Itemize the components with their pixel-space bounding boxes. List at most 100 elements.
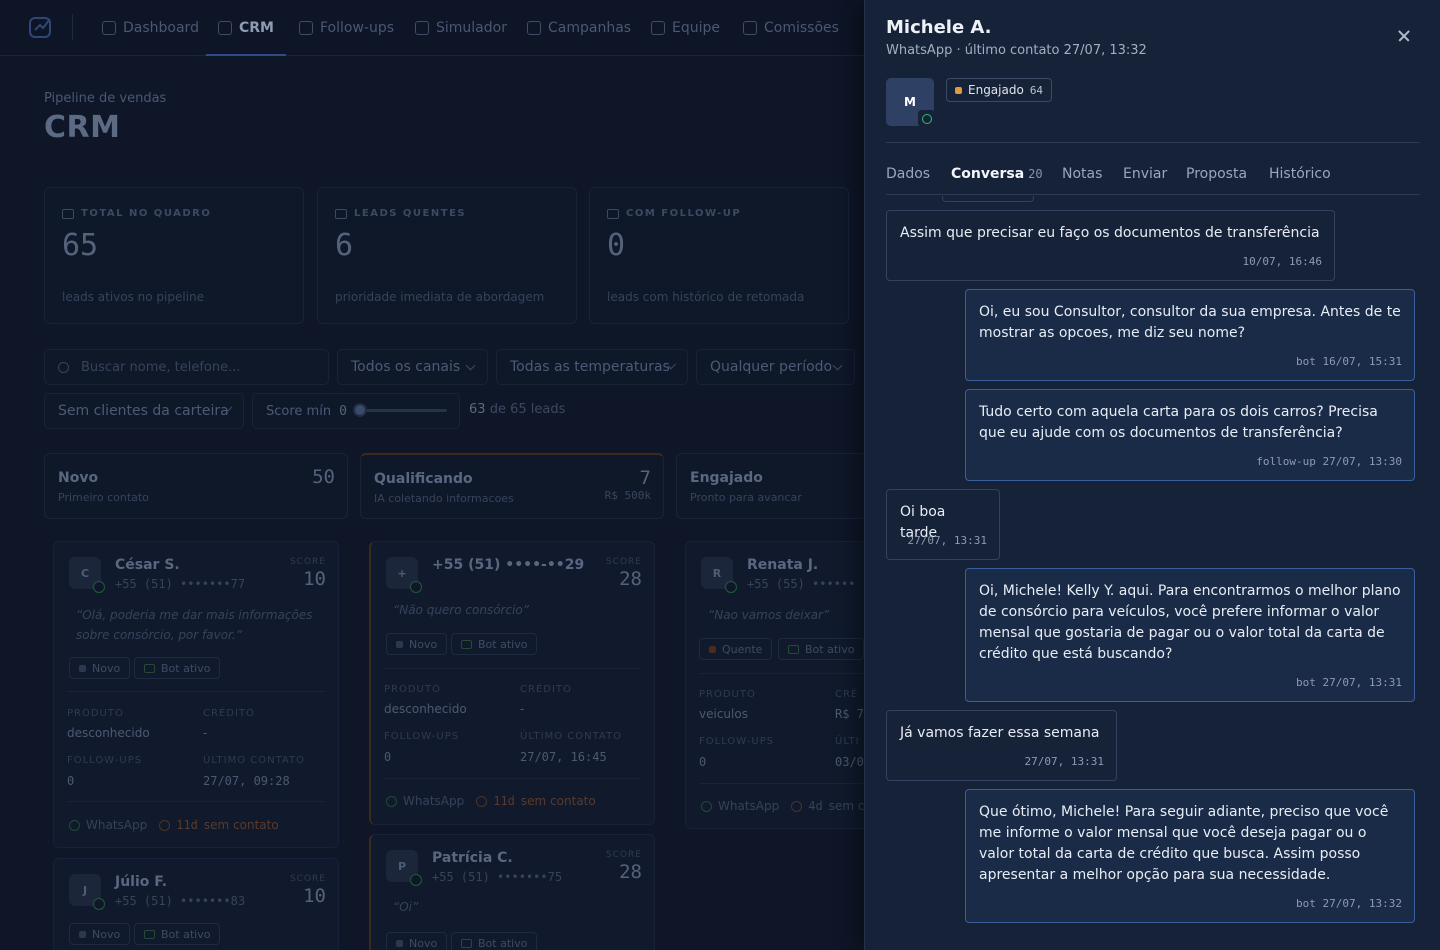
- lead-card[interactable]: C César S. +55 (51) •••••••77 SCORE 10 “…: [53, 541, 339, 848]
- field-value: 27/07, 09:28: [203, 774, 290, 788]
- message-outgoing: Tudo certo com aquela carta para os dois…: [965, 389, 1415, 481]
- channel-select[interactable]: Todos os canais: [337, 349, 488, 385]
- badge-score: 64: [1029, 83, 1044, 97]
- card-footer: WhatsApp 11d sem contato: [386, 794, 596, 808]
- nav-item-dashboard[interactable]: Dashboard: [102, 0, 199, 56]
- field-label: CRÉDITO: [203, 708, 255, 719]
- lead-phone: +55 (51) •••••••83: [115, 894, 246, 908]
- field-value: desconhecido: [384, 702, 467, 716]
- lead-name: Michele A.: [886, 17, 992, 38]
- avatar: J: [69, 874, 105, 910]
- contact-age: 11d: [493, 794, 515, 808]
- select-value: Qualquer período: [710, 359, 833, 375]
- tab-historico[interactable]: Histórico: [1269, 166, 1331, 182]
- no-contact-label: sem contato: [520, 794, 596, 808]
- logo-icon[interactable]: [28, 14, 54, 40]
- select-value: Sem clientes da carteira: [58, 403, 229, 419]
- avatar: R: [701, 557, 737, 593]
- score-slider-thumb[interactable]: [353, 403, 367, 417]
- megaphone-icon: [527, 21, 541, 35]
- bot-tag: Bot ativo: [134, 923, 221, 945]
- lead-count-shown: 63: [469, 402, 486, 417]
- column-title: Qualificando: [374, 471, 473, 487]
- nav-label: Simulador: [436, 20, 507, 36]
- card-footer: WhatsApp 4d sem c: [701, 799, 864, 813]
- drawer-tabs: Dados Conversa 20 Notas Enviar Proposta H…: [886, 160, 1420, 195]
- column-header-novo: Novo Primeiro contato 50: [44, 453, 348, 519]
- column-subtitle: IA coletando informacoes: [374, 492, 514, 505]
- message-text: Assim que precisar eu faço os documentos…: [900, 225, 1320, 241]
- whatsapp-icon: [918, 110, 935, 127]
- avatar-initial: P: [397, 859, 407, 873]
- channel-label: WhatsApp: [718, 799, 780, 813]
- tab-conversa[interactable]: Conversa 20: [951, 166, 1043, 182]
- follow-up-icon: [299, 21, 313, 35]
- channel-label: WhatsApp: [86, 818, 148, 832]
- avatar-initial: C: [80, 566, 90, 580]
- hot-dot-icon: [709, 645, 716, 653]
- close-icon[interactable]: [1393, 25, 1415, 47]
- lead-card[interactable]: J Júlio F. +55 (51) •••••••83 SCORE 10 N…: [53, 858, 339, 950]
- field-label: ÚLTI: [835, 736, 860, 747]
- lead-name: Júlio F.: [115, 874, 168, 890]
- nav-item-crm[interactable]: CRM: [206, 0, 286, 56]
- team-icon: [651, 21, 665, 35]
- field-value: 0: [384, 750, 392, 764]
- clock-icon: [159, 819, 171, 831]
- search-input[interactable]: Buscar nome, telefone...: [44, 349, 329, 385]
- stat-description: leads com histórico de retomada: [607, 290, 805, 304]
- status-dot-icon: [396, 939, 403, 947]
- whatsapp-icon: [93, 898, 105, 910]
- score-slider-track[interactable]: [354, 409, 447, 412]
- status-dot-icon: [955, 86, 962, 94]
- nav-label: Follow-ups: [320, 20, 395, 36]
- channel-label: WhatsApp: [403, 794, 465, 808]
- nav-item-simulador[interactable]: Simulador: [415, 0, 507, 56]
- bot-icon: [461, 639, 472, 649]
- message-incoming: Oi boa tarde 27/07, 13:31: [886, 489, 1000, 560]
- score-label: Score mín: [266, 403, 332, 419]
- tab-enviar[interactable]: Enviar: [1123, 166, 1167, 182]
- lead-card[interactable]: P Patrícia C. +55 (51) •••••••75 SCORE 2…: [369, 834, 655, 950]
- tab-label: Histórico: [1269, 166, 1331, 182]
- tab-notas[interactable]: Notas: [1062, 166, 1102, 182]
- period-select[interactable]: Qualquer período: [696, 349, 855, 385]
- temperature-select[interactable]: Todas as temperaturas: [496, 349, 688, 385]
- clock-icon: [476, 795, 488, 807]
- divider: [886, 142, 1420, 143]
- lead-card[interactable]: + +55 (51) ••••-••29 SCORE 28 “Não quero…: [369, 541, 655, 825]
- field-label: ÚLTIMO CONTATO: [203, 755, 305, 766]
- tag-label: Quente: [722, 642, 763, 656]
- temperature-tag: Novo: [386, 932, 448, 950]
- lead-detail-drawer: Michele A. WhatsApp · último contato 27/…: [864, 0, 1440, 950]
- page-subtitle: Pipeline de vendas: [44, 91, 167, 106]
- nav-item-comissoes[interactable]: Comissões: [743, 0, 839, 56]
- last-message-quote: “Oi”: [393, 900, 419, 914]
- field-value: veiculos: [699, 707, 748, 721]
- field-value: desconhecido: [67, 726, 150, 740]
- column-count: 7: [639, 467, 651, 489]
- nav-item-equipe[interactable]: Equipe: [651, 0, 720, 56]
- message-text: Oi, eu sou Consultor, consultor da sua e…: [979, 304, 1401, 341]
- lead-count-total: de 65 leads: [489, 402, 566, 417]
- whatsapp-icon: [701, 800, 712, 812]
- avatar-initial: R: [712, 566, 722, 580]
- tag-label: Bot ativo: [161, 927, 211, 941]
- wallet-select[interactable]: Sem clientes da carteira: [44, 393, 244, 429]
- conversation-thread[interactable]: Assim que precisar eu faço os documentos…: [865, 196, 1440, 950]
- lead-phone: +55 (51) •••••••77: [115, 577, 246, 591]
- tab-label: Notas: [1062, 166, 1103, 182]
- nav-item-campanhas[interactable]: Campanhas: [527, 0, 631, 56]
- tab-dados[interactable]: Dados: [886, 166, 930, 182]
- column-subtitle: Pronto para avancar: [690, 491, 802, 504]
- stat-label: TOTAL NO QUADRO: [81, 208, 212, 219]
- tab-label: Conversa: [951, 166, 1025, 182]
- tab-proposta[interactable]: Proposta: [1186, 166, 1247, 182]
- lead-meta: WhatsApp · último contato 27/07, 13:32: [886, 43, 1147, 58]
- message-time: bot 27/07, 13:32: [1296, 897, 1402, 910]
- card-divider: [67, 691, 325, 692]
- status-dot-icon: [79, 930, 86, 938]
- search-icon: [58, 361, 69, 373]
- message-text: Já vamos fazer essa semana: [900, 725, 1100, 741]
- nav-item-follow-ups[interactable]: Follow-ups: [299, 0, 394, 56]
